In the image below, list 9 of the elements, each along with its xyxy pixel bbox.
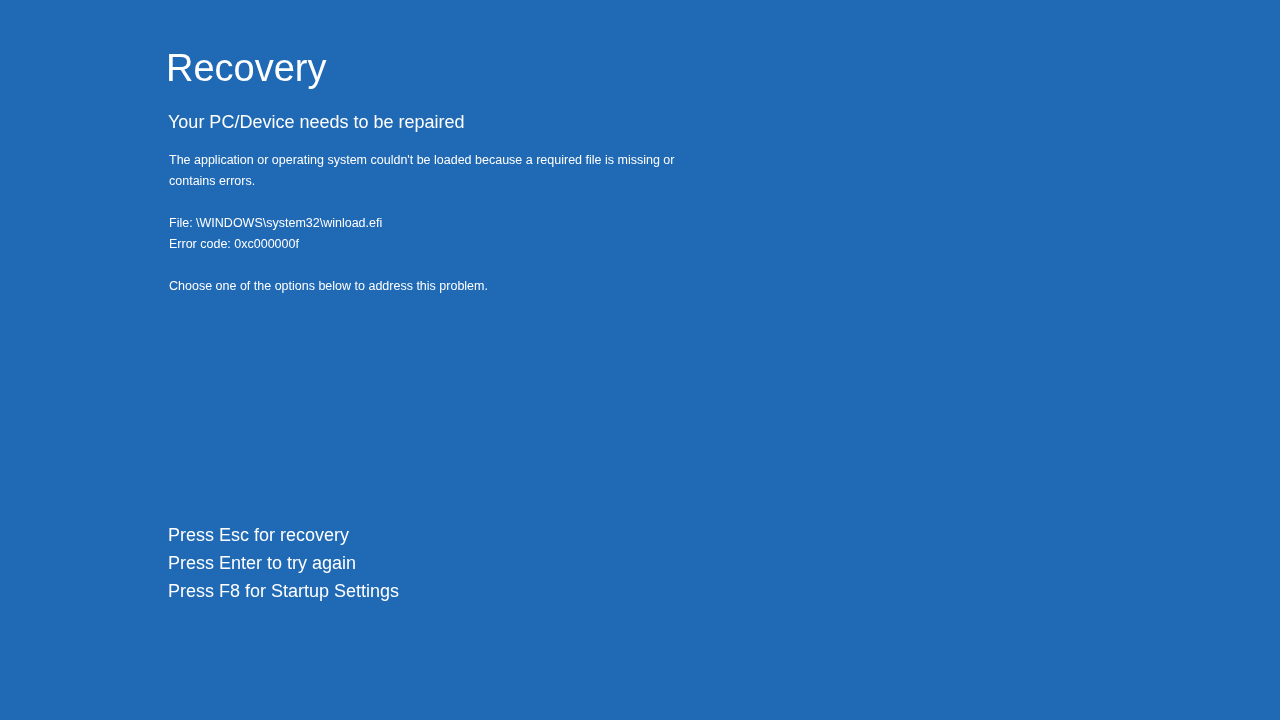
error-detail: Error code: 0xc000000f [169, 236, 299, 253]
key-option: Press Enter to try again [168, 549, 400, 577]
instruction-text: Choose one of the options below to address this problem. [169, 278, 488, 295]
error-message: The application or operating system couldn't be loaded because a required file is missing or contains errors. [169, 152, 676, 190]
error-detail: File: \WINDOWS\system32\winload.efi [169, 215, 383, 232]
screen-title: Recovery [166, 46, 327, 91]
key-option: Press Esc for recovery [168, 521, 400, 549]
key-option: Press F8 for Startup Settings [168, 577, 400, 605]
subtitle: Your PC/Device needs to be repaired [168, 111, 465, 134]
